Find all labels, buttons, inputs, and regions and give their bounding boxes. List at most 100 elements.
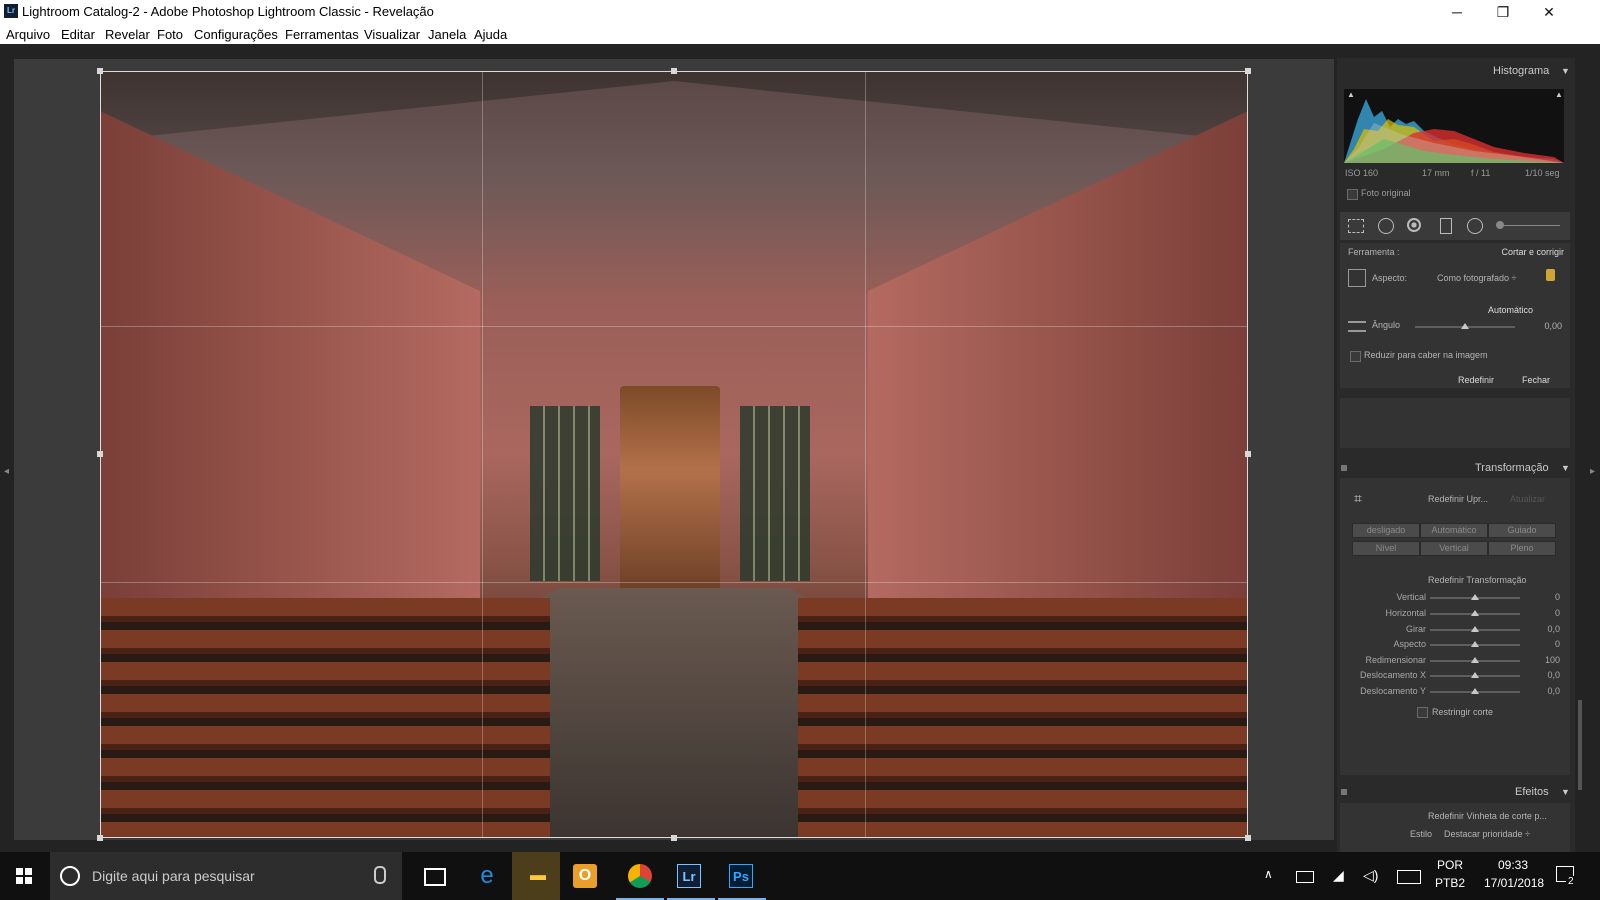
- horizontal-value: 0: [1554, 608, 1560, 618]
- minimize-button[interactable]: ─: [1434, 0, 1480, 24]
- reset-transform-button[interactable]: Redefinir Transformação: [1428, 575, 1527, 585]
- menu-visualizar[interactable]: Visualizar: [364, 27, 420, 42]
- crop-handle-bottom[interactable]: [671, 835, 677, 841]
- task-view-icon[interactable]: [424, 868, 446, 886]
- histogram-graph: [1344, 89, 1564, 163]
- crop-handle-right[interactable]: [1245, 451, 1251, 457]
- vertical-label: Vertical: [1396, 592, 1426, 602]
- effects-title[interactable]: Efeitos: [1515, 786, 1549, 798]
- panel-switch-icon[interactable]: [1341, 465, 1347, 471]
- menu-arquivo[interactable]: Arquivo: [6, 27, 50, 42]
- keyboard-layout[interactable]: PTB2: [1435, 876, 1465, 890]
- radial-filter-icon[interactable]: [1467, 218, 1483, 234]
- panel-switch-icon[interactable]: [1341, 789, 1347, 795]
- keyboard-icon[interactable]: [1397, 870, 1421, 884]
- horizontal-slider-knob[interactable]: [1471, 610, 1479, 616]
- photoshop-taskbar-icon[interactable]: Ps: [729, 864, 753, 888]
- transform-title[interactable]: Transformação: [1475, 462, 1549, 474]
- reset-vignette-button[interactable]: Redefinir Vinheta de corte p...: [1428, 811, 1547, 821]
- outlook-icon[interactable]: O: [573, 864, 597, 888]
- crop-handle-left[interactable]: [97, 451, 103, 457]
- photo-preview[interactable]: [100, 71, 1248, 838]
- crop-frame[interactable]: [100, 71, 1248, 838]
- edge-icon[interactable]: e: [471, 860, 503, 892]
- right-panel: Histograma ▼ ▲ ▲ ISO 160 17 mm f / 11 1/…: [1337, 58, 1575, 852]
- reset-crop-button[interactable]: Redefinir: [1458, 375, 1494, 385]
- menu-editar[interactable]: Editar: [61, 27, 95, 42]
- upright-full-button[interactable]: Pleno: [1488, 541, 1556, 556]
- collapse-triangle-icon[interactable]: ▼: [1561, 787, 1570, 797]
- upright-off-button[interactable]: desligado: [1352, 523, 1420, 538]
- constrain-crop-checkbox[interactable]: [1417, 707, 1428, 718]
- search-box[interactable]: Digite aqui para pesquisar: [50, 852, 402, 900]
- menu-janela[interactable]: Janela: [428, 27, 466, 42]
- auto-angle-button[interactable]: Automático: [1488, 305, 1533, 315]
- restore-button[interactable]: ❐: [1480, 0, 1526, 24]
- crop-tool-panel: Ferramenta : Cortar e corrigir Aspecto: …: [1340, 243, 1570, 388]
- chrome-icon[interactable]: [628, 864, 652, 888]
- rotate-value: 0,0: [1547, 624, 1560, 634]
- crop-handle-top-right[interactable]: [1245, 68, 1251, 74]
- menu-ferramentas[interactable]: Ferramentas: [285, 27, 359, 42]
- rotate-slider-knob[interactable]: [1471, 626, 1479, 632]
- upright-level-button[interactable]: Nível: [1352, 541, 1420, 556]
- red-eye-tool-icon[interactable]: [1407, 218, 1421, 232]
- reset-upright-button[interactable]: Redefinir Upr...: [1428, 494, 1488, 504]
- collapse-triangle-icon[interactable]: ▼: [1561, 66, 1570, 76]
- close-button[interactable]: ✕: [1526, 0, 1572, 24]
- crop-handle-bottom-left[interactable]: [97, 835, 103, 841]
- level-tool-icon[interactable]: [1348, 321, 1366, 332]
- angle-slider-knob[interactable]: [1461, 323, 1469, 329]
- scale-slider-knob[interactable]: [1471, 657, 1479, 663]
- constrain-checkbox[interactable]: [1350, 351, 1361, 362]
- upright-auto-button[interactable]: Automático: [1420, 523, 1488, 538]
- aspect-select[interactable]: Como fotografado ÷: [1437, 273, 1516, 283]
- menu-ajuda[interactable]: Ajuda: [474, 27, 507, 42]
- cortana-icon[interactable]: [60, 866, 80, 886]
- histogram-title[interactable]: Histograma: [1493, 65, 1549, 77]
- input-language[interactable]: POR: [1437, 858, 1463, 872]
- tool-name: Cortar e corrigir: [1501, 247, 1564, 257]
- lock-icon[interactable]: [1546, 269, 1555, 281]
- graduated-filter-icon[interactable]: [1440, 218, 1452, 234]
- microphone-icon[interactable]: [374, 866, 386, 884]
- crop-handle-top[interactable]: [671, 68, 677, 74]
- original-photo-checkbox[interactable]: [1347, 189, 1358, 200]
- panel-scrollbar[interactable]: [1578, 700, 1582, 790]
- file-explorer-highlight: [512, 852, 560, 900]
- right-panel-toggle-icon[interactable]: ▸: [1590, 466, 1595, 477]
- menu-revelar[interactable]: Revelar: [105, 27, 150, 42]
- crop-overlay-tool-icon[interactable]: [1348, 219, 1364, 233]
- menu-configuracoes[interactable]: Configurações: [194, 27, 278, 42]
- volume-icon[interactable]: ◁): [1363, 867, 1378, 884]
- original-photo-label: Foto original: [1361, 188, 1411, 198]
- upright-guide-icon[interactable]: ⌗: [1354, 490, 1362, 507]
- offset-y-slider-knob[interactable]: [1471, 688, 1479, 694]
- iso-label: ISO 160: [1345, 168, 1379, 178]
- menu-bar: Arquivo Editar Revelar Foto Configuraçõe…: [0, 24, 1600, 44]
- upright-vertical-button[interactable]: Vertical: [1420, 541, 1488, 556]
- style-select[interactable]: Destacar prioridade ÷: [1444, 829, 1530, 839]
- network-icon[interactable]: ◢: [1333, 867, 1344, 884]
- offset-x-slider-knob[interactable]: [1471, 672, 1479, 678]
- upright-guided-button[interactable]: Guiado: [1488, 523, 1556, 538]
- windows-start-icon[interactable]: [16, 868, 32, 884]
- collapse-triangle-icon[interactable]: ▼: [1561, 463, 1570, 473]
- aspect-slider-knob[interactable]: [1471, 641, 1479, 647]
- show-hidden-icons-icon[interactable]: ∧: [1264, 867, 1273, 881]
- battery-icon[interactable]: [1296, 871, 1314, 883]
- update-button[interactable]: Atualizar: [1510, 494, 1545, 504]
- close-crop-button[interactable]: Fechar: [1522, 375, 1550, 385]
- clock-time[interactable]: 09:33: [1498, 858, 1528, 872]
- adjustment-brush-icon[interactable]: [1500, 225, 1560, 226]
- clock-date[interactable]: 17/01/2018: [1484, 876, 1544, 890]
- crop-handle-top-left[interactable]: [97, 68, 103, 74]
- crop-handle-bottom-right[interactable]: [1245, 835, 1251, 841]
- vertical-slider-knob[interactable]: [1471, 594, 1479, 600]
- lightroom-taskbar-icon[interactable]: Lr: [677, 864, 701, 888]
- shadow-clipping-icon[interactable]: ▲: [1347, 90, 1355, 99]
- menu-foto[interactable]: Foto: [157, 27, 183, 42]
- highlight-clipping-icon[interactable]: ▲: [1555, 90, 1563, 99]
- left-panel-toggle-icon[interactable]: ◂: [4, 466, 9, 477]
- spot-removal-tool-icon[interactable]: [1378, 218, 1394, 234]
